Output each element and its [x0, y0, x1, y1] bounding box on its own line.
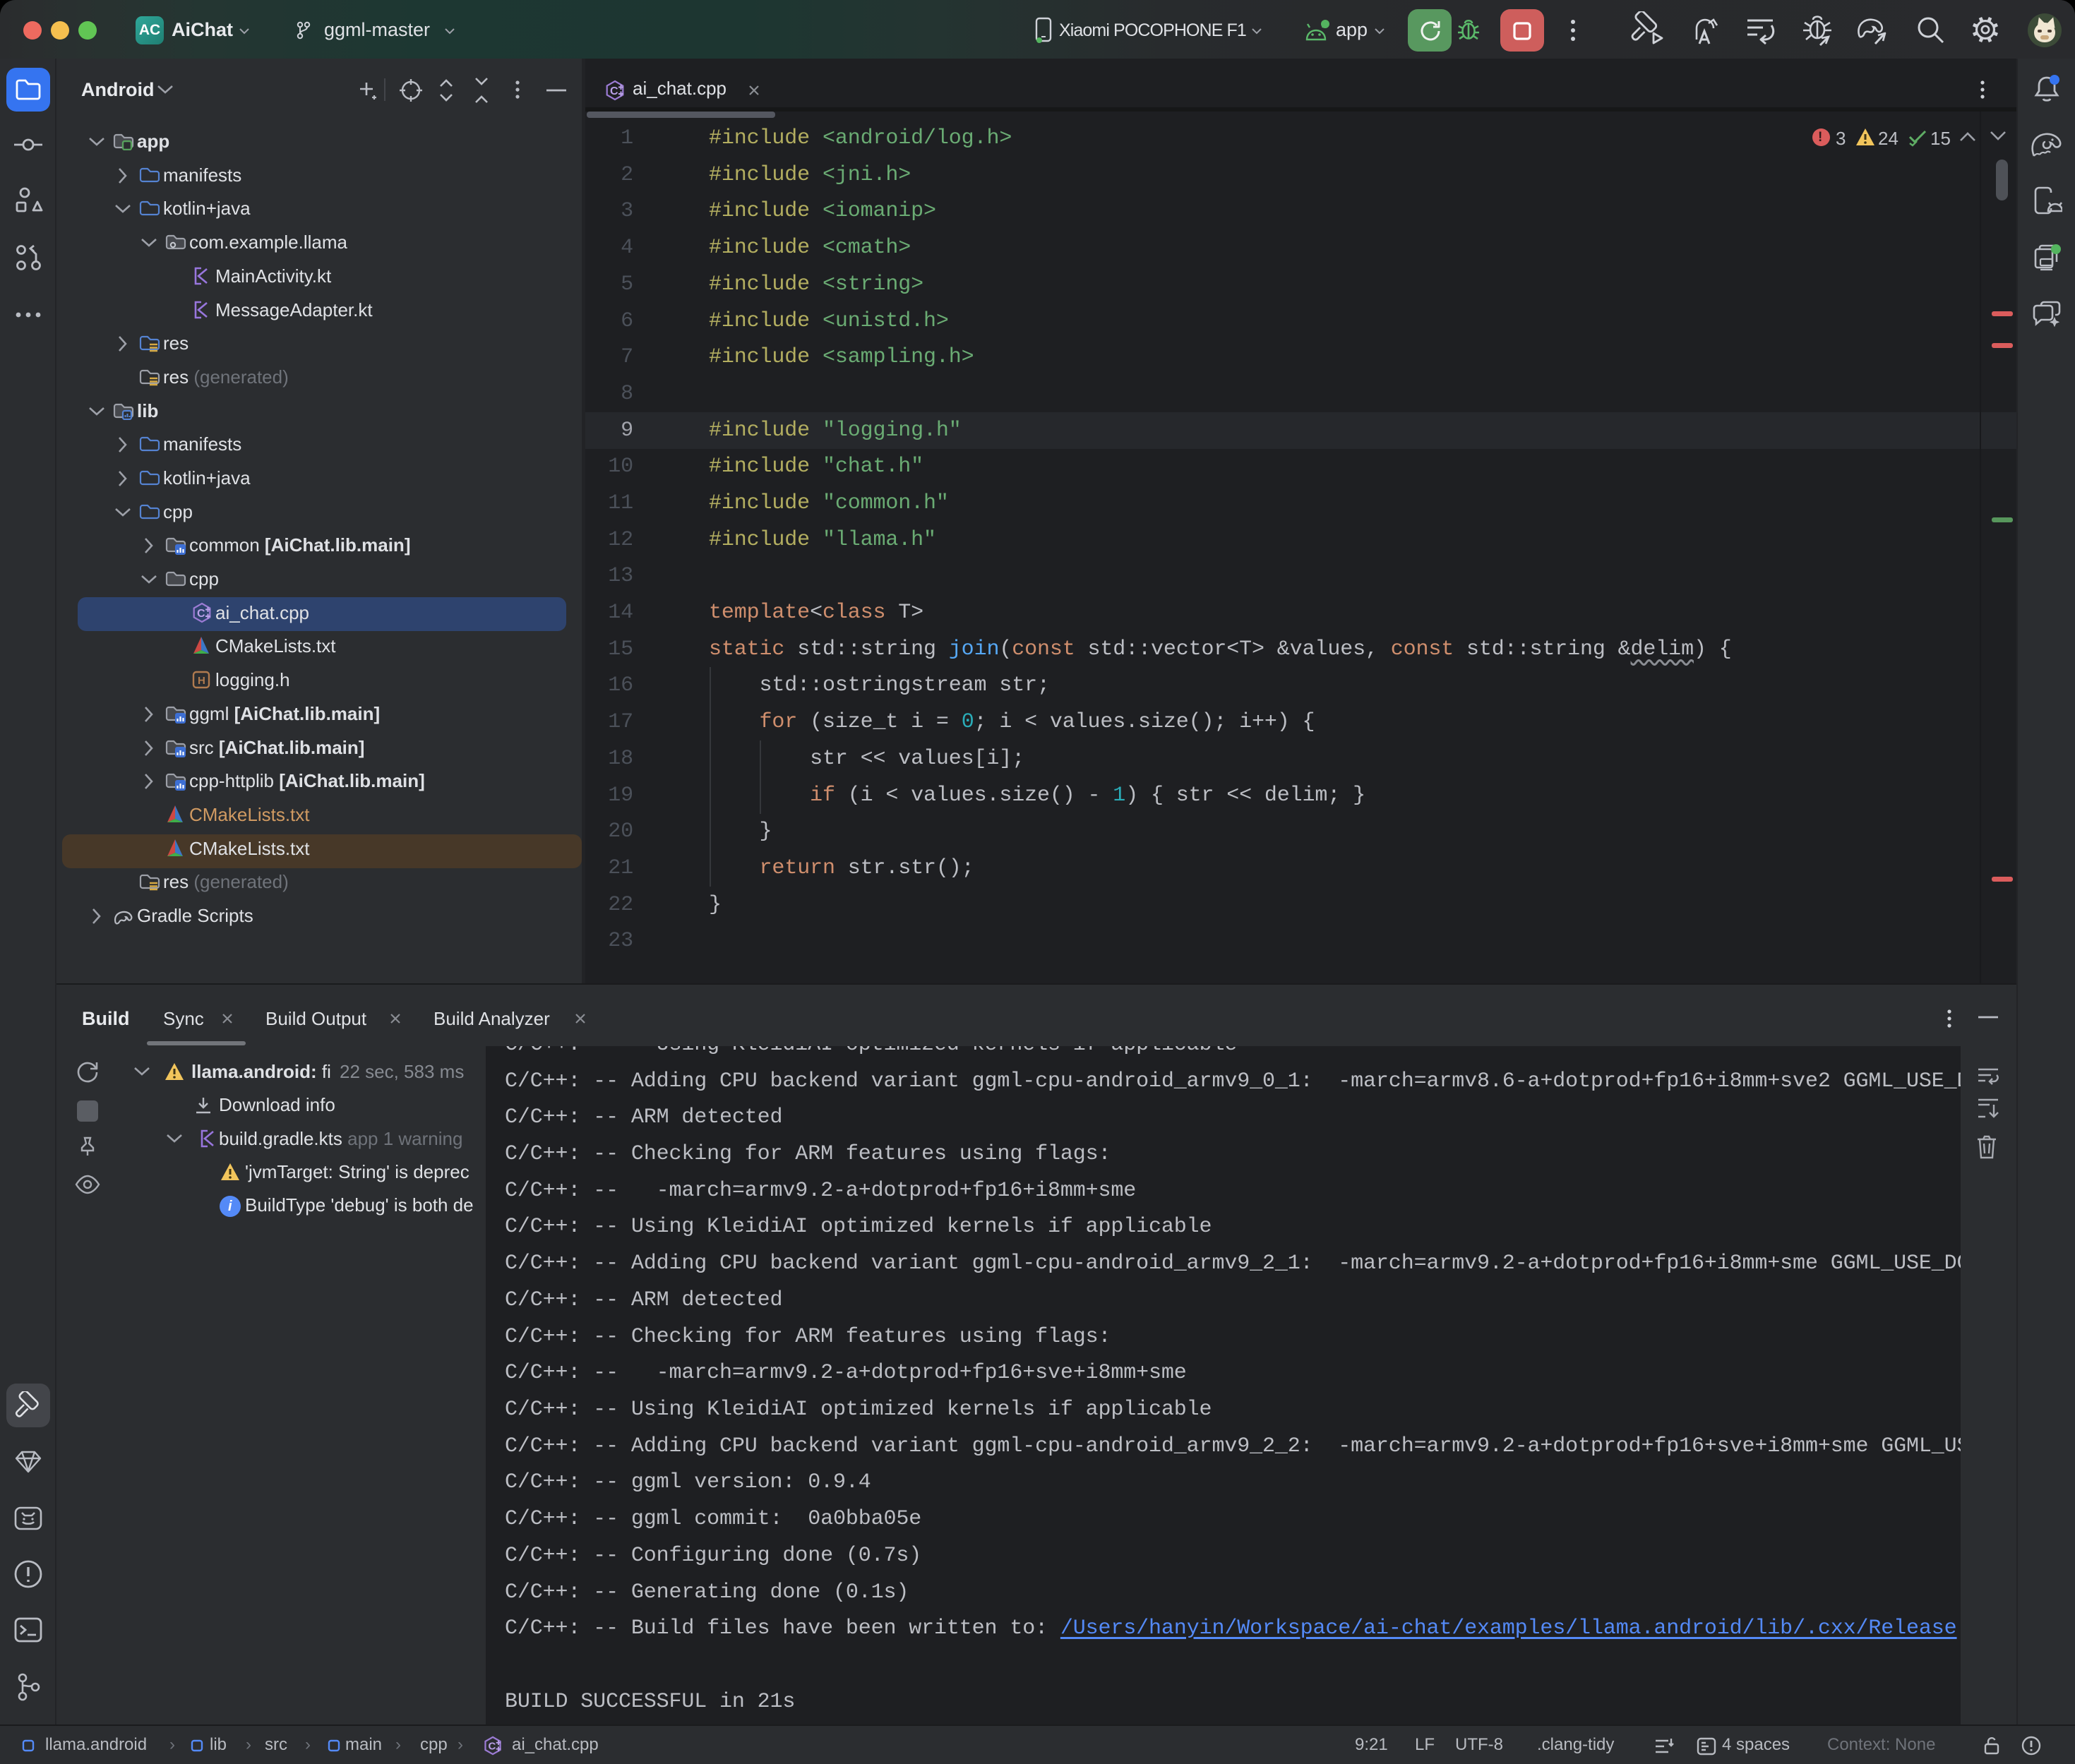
svg-text:H: H [198, 675, 205, 687]
svg-text:C: C [197, 608, 205, 620]
svg-text:C: C [488, 1741, 496, 1753]
svg-text:C: C [610, 85, 618, 97]
